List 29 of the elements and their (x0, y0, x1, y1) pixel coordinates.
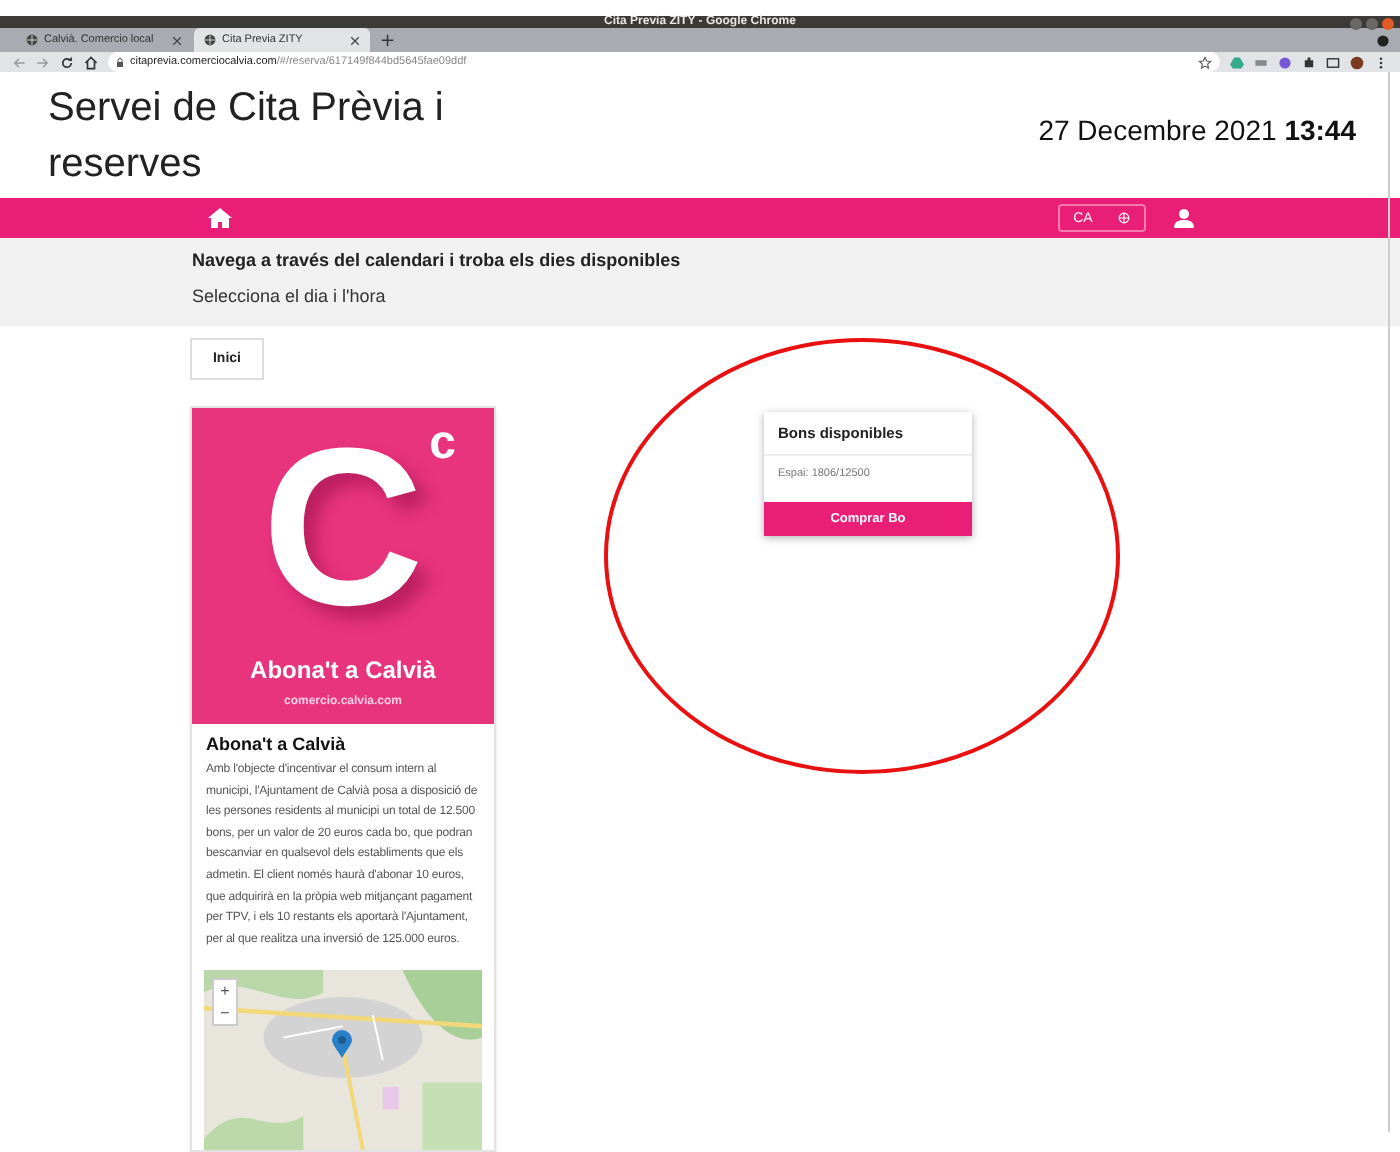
home-icon[interactable] (208, 208, 232, 228)
home-icon[interactable] (84, 55, 98, 69)
globe-icon (26, 34, 38, 46)
maximize-button[interactable] (1366, 18, 1378, 30)
new-tab-button[interactable]: + (372, 34, 404, 52)
intro-heading: Navega a través del calendari i troba els dies disponibles (192, 250, 683, 270)
reload-icon[interactable] (60, 55, 74, 69)
user-icon[interactable] (1174, 208, 1194, 228)
globe-icon (1118, 212, 1131, 224)
minimize-button[interactable] (1350, 18, 1362, 30)
puzzle-icon[interactable] (1302, 55, 1316, 69)
close-icon[interactable] (172, 35, 182, 45)
date-time: 27 Decembre 2021 13:44 (1038, 113, 1356, 149)
star-icon[interactable] (1198, 55, 1212, 69)
map-pin-icon[interactable] (332, 1030, 352, 1059)
intro-subheading: Selecciona el dia i l'hora (192, 286, 388, 306)
banner-superscript: c (429, 420, 456, 468)
banner-title: Abona't a Calvià (250, 656, 436, 684)
banner-letter: C (262, 412, 424, 628)
page-title: Servei de Cita Prèvia i reserves (48, 83, 446, 189)
card-title: Abona't a Calvià (204, 732, 348, 754)
menu-icon[interactable] (1374, 55, 1388, 69)
cast-icon[interactable] (1326, 55, 1340, 69)
lock-icon (116, 57, 124, 67)
close-button[interactable] (1382, 18, 1394, 30)
avatar-icon[interactable] (1350, 55, 1364, 69)
scrollbar[interactable] (1388, 72, 1390, 1132)
globe-icon (204, 34, 216, 46)
close-icon[interactable] (350, 35, 360, 45)
